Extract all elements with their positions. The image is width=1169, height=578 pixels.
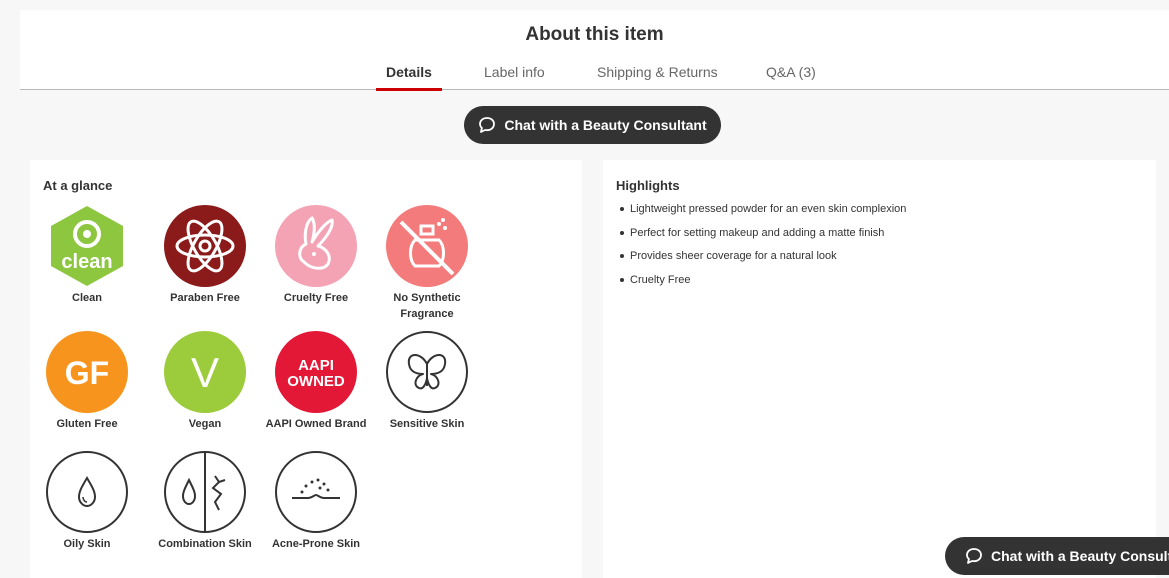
badge-vegan-label: Vegan: [188, 418, 222, 430]
highlights-card: Highlights Lightweight pressed powder fo…: [603, 160, 1156, 578]
badge-paraben-free-label: Paraben Free: [170, 292, 240, 304]
badge-gluten-free-label: Gluten Free: [56, 418, 118, 430]
at-a-glance-title: At a glance: [43, 178, 113, 193]
badge-gluten-free: GF Gluten Free: [32, 330, 142, 432]
floating-chat-label: Chat with a Beauty Consulta: [991, 548, 1169, 564]
tab-bar: Details Label info Shipping & Returns Q&…: [20, 64, 1169, 91]
badge-combination-skin: Combination Skin: [150, 450, 260, 552]
badge-cruelty-free: Cruelty Free: [261, 204, 371, 306]
at-a-glance-card: At a glance clean Clean Paraben Free Cru…: [30, 160, 582, 578]
highlight-item: Provides sheer coverage for a natural lo…: [620, 249, 906, 273]
floating-chat-button[interactable]: Chat with a Beauty Consulta: [945, 537, 1169, 575]
water-drop-icon: [46, 451, 128, 533]
bunny-icon: [275, 205, 357, 287]
badge-no-synthetic-fragrance: No Synthetic Fragrance: [372, 204, 482, 322]
svg-text:clean: clean: [61, 251, 112, 273]
badge-clean: clean Clean: [32, 204, 142, 306]
aapi-owned-icon: AAPI OWNED: [275, 331, 357, 413]
badge-sensitive-skin: Sensitive Skin: [372, 330, 482, 432]
chat-bubble-icon: [966, 548, 982, 564]
badge-aapi-owned-label: AAPI Owned Brand: [265, 418, 367, 430]
chat-consultant-button[interactable]: Chat with a Beauty Consultant: [464, 106, 721, 144]
no-perfume-icon: [386, 205, 468, 287]
highlights-title: Highlights: [616, 178, 680, 193]
tab-qa[interactable]: Q&A (3): [766, 64, 816, 80]
badge-paraben-free: Paraben Free: [150, 204, 260, 306]
badge-oily-skin-label: Oily Skin: [63, 538, 111, 550]
highlight-item: Cruelty Free: [620, 273, 906, 297]
badge-acne-prone-skin-label: Acne-Prone Skin: [271, 538, 361, 550]
badge-combination-skin-label: Combination Skin: [158, 538, 252, 550]
badge-aapi-owned: AAPI OWNED AAPI Owned Brand: [261, 330, 371, 432]
badge-clean-label: Clean: [72, 292, 102, 304]
badge-no-synthetic-fragrance-label: No Synthetic Fragrance: [393, 292, 461, 320]
highlights-list: Lightweight pressed powder for an even s…: [620, 202, 906, 296]
svg-text:GF: GF: [65, 355, 109, 391]
badge-sensitive-skin-label: Sensitive Skin: [389, 418, 465, 430]
vegan-icon: V: [164, 331, 246, 413]
gluten-free-icon: GF: [46, 331, 128, 413]
acne-prone-icon: [275, 451, 357, 533]
combination-skin-icon: [164, 451, 246, 533]
tab-shipping-returns[interactable]: Shipping & Returns: [597, 64, 718, 80]
page-title: About this item: [525, 24, 664, 45]
highlight-item: Lightweight pressed powder for an even s…: [620, 202, 906, 226]
badge-vegan: V Vegan: [150, 330, 260, 432]
highlight-item: Perfect for setting makeup and adding a …: [620, 226, 906, 250]
tab-label-info[interactable]: Label info: [484, 64, 545, 80]
top-strip: [0, 0, 1169, 10]
active-tab-indicator: [376, 88, 442, 91]
badge-cruelty-free-label: Cruelty Free: [283, 292, 349, 304]
chat-bubble-icon: [479, 117, 496, 133]
about-header: About this item Details Label info Shipp…: [20, 10, 1169, 91]
tab-details[interactable]: Details: [386, 64, 432, 80]
butterfly-icon: [386, 331, 468, 413]
badge-oily-skin: Oily Skin: [32, 450, 142, 552]
badge-acne-prone-skin: Acne-Prone Skin: [261, 450, 371, 552]
svg-text:V: V: [191, 349, 219, 396]
target-clean-icon: clean: [51, 206, 123, 286]
svg-text:OWNED: OWNED: [287, 373, 345, 390]
chat-button-label: Chat with a Beauty Consultant: [504, 117, 707, 133]
atom-icon: [164, 205, 246, 287]
svg-text:AAPI: AAPI: [298, 357, 334, 374]
